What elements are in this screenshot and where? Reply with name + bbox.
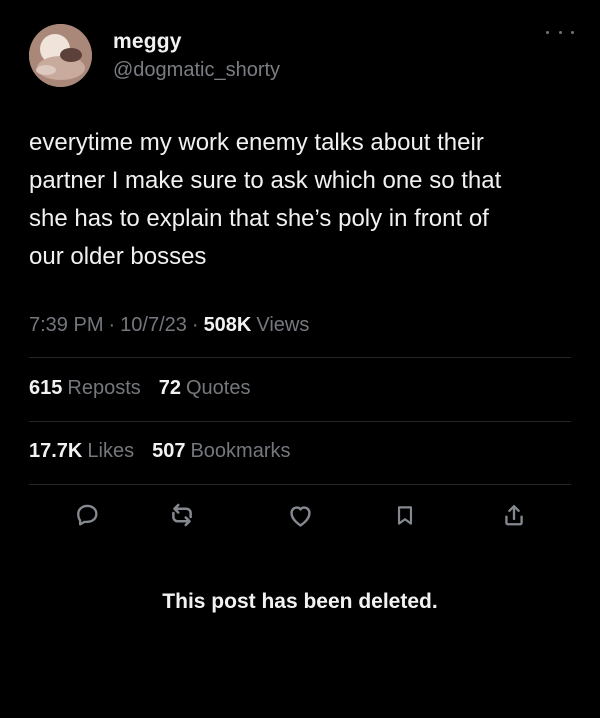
repost-icon [172, 503, 192, 527]
post-text: everytime my work enemy talks about thei… [29, 129, 502, 270]
stats-spacer [139, 440, 147, 463]
bookmarks-count[interactable]: 507 [152, 440, 185, 463]
post-actions [60, 498, 533, 532]
meta-separator: · [191, 314, 199, 336]
avatar[interactable] [29, 24, 92, 87]
more-dot [546, 30, 549, 34]
divider [29, 357, 571, 358]
repost-button[interactable] [165, 498, 199, 532]
quotes-label[interactable]: Quotes [186, 377, 250, 400]
meta-separator: · [108, 314, 116, 336]
reply-icon [77, 504, 98, 526]
quotes-count[interactable]: 72 [159, 377, 181, 400]
engagement-stats: 615 Reposts 72 Quotes [29, 377, 250, 400]
reposts-label[interactable]: Reposts [67, 377, 140, 400]
bookmark-icon [397, 505, 413, 525]
like-button[interactable] [283, 498, 317, 532]
more-icon[interactable] [546, 25, 574, 39]
stats-spacer [146, 377, 154, 400]
post-date: 10/7/23 [120, 314, 187, 336]
like-icon [289, 505, 311, 527]
post-header: meggy @dogmatic_shorty [29, 24, 574, 88]
engagement-stats: 17.7K Likes 507 Bookmarks [29, 440, 290, 463]
post-time: 7:39 PM [29, 314, 104, 336]
deleted-post-message: This post has been deleted. [162, 590, 438, 613]
divider [29, 421, 571, 422]
views-label: Views [256, 314, 310, 336]
views-count: 508K [203, 314, 252, 336]
more-dot [558, 30, 562, 34]
reposts-count[interactable]: 615 [29, 377, 62, 400]
divider [29, 484, 571, 485]
share-button[interactable] [497, 498, 531, 532]
likes-label[interactable]: Likes [87, 440, 134, 463]
share-icon [505, 504, 523, 525]
bookmark-button[interactable] [388, 498, 422, 532]
more-dot [571, 30, 574, 34]
bookmarks-label[interactable]: Bookmarks [190, 440, 290, 463]
post-meta: 7:39 PM · 10/7/23 · 508K Views [29, 314, 309, 337]
likes-count[interactable]: 17.7K [29, 440, 82, 463]
user-handle[interactable]: @dogmatic_shorty [113, 59, 280, 82]
reply-button[interactable] [70, 498, 104, 532]
avatar-image [29, 24, 92, 87]
display-name[interactable]: meggy [113, 30, 182, 54]
